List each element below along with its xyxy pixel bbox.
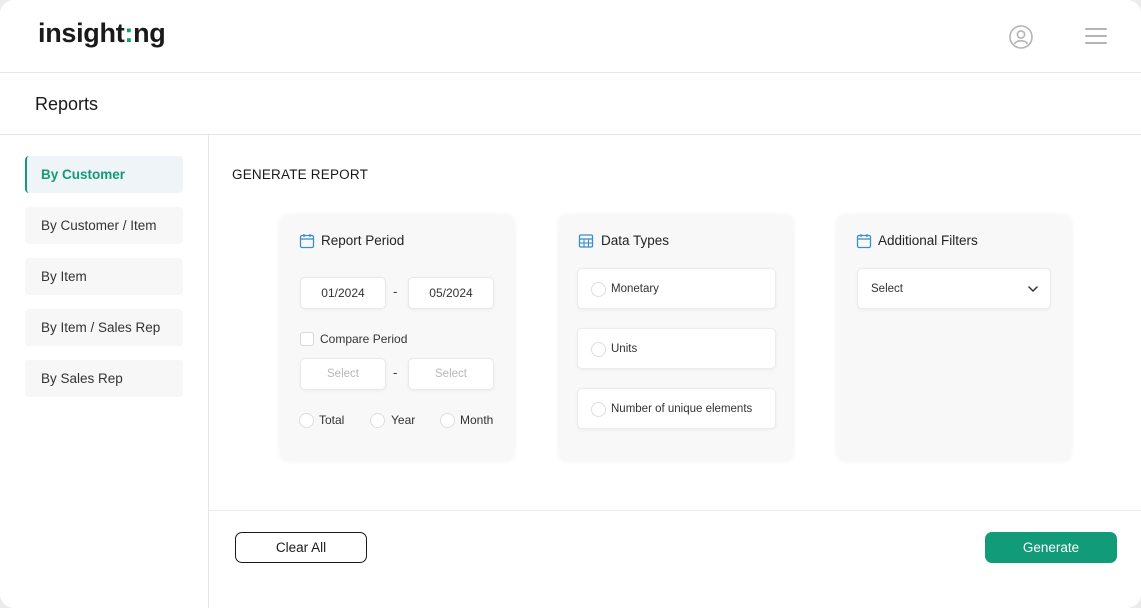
radio-month-label: Month [460, 413, 494, 427]
data-type-option-unique-elements[interactable]: Number of unique elements [577, 388, 776, 429]
radio-total-label: Total [319, 413, 345, 427]
hamburger-menu-icon[interactable] [1085, 27, 1107, 45]
radio-month[interactable] [440, 413, 455, 428]
additional-filters-card: Additional Filters Select [837, 215, 1071, 461]
report-period-title: Report Period [321, 233, 405, 248]
additional-filters-select[interactable]: Select [857, 268, 1051, 309]
clear-all-button[interactable]: Clear All [235, 532, 367, 563]
chevron-down-icon [1028, 286, 1038, 292]
radio-unique-elements[interactable] [591, 402, 606, 417]
compare-period-label: Compare Period [320, 332, 408, 346]
sidebar-item-by-item-sales-rep[interactable]: By Item / Sales Rep [25, 309, 183, 346]
calendar-icon [299, 234, 315, 249]
compare-end-field[interactable]: Select [408, 358, 494, 390]
data-type-option-units[interactable]: Units [577, 328, 776, 369]
sidebar-item-by-customer-item[interactable]: By Customer / Item [25, 207, 183, 244]
data-types-card: Data Types Monetary Units Number of uniq… [559, 215, 793, 461]
additional-filters-title: Additional Filters [878, 233, 978, 248]
sidebar-item-by-sales-rep[interactable]: By Sales Rep [25, 360, 183, 397]
option-label: Number of unique elements [611, 403, 753, 415]
section-title: GENERATE REPORT [232, 167, 369, 182]
compare-period-checkbox[interactable] [300, 332, 314, 346]
user-icon[interactable] [1009, 25, 1033, 49]
radio-year-label: Year [391, 413, 416, 427]
radio-total[interactable] [299, 413, 314, 428]
period-separator: - [393, 284, 398, 299]
option-label: Units [611, 343, 638, 355]
footer-divider [209, 510, 1141, 511]
page-header: Reports [0, 73, 1141, 135]
sidebar-item-by-item[interactable]: By Item [25, 258, 183, 295]
period-end-field[interactable]: 05/2024 [408, 277, 494, 309]
table-icon [578, 234, 594, 248]
page-title: Reports [35, 94, 99, 114]
period-start-field[interactable]: 01/2024 [300, 277, 386, 309]
option-label: Monetary [611, 283, 659, 295]
radio-monetary[interactable] [591, 282, 606, 297]
generate-button[interactable]: Generate [985, 532, 1117, 563]
data-type-option-monetary[interactable]: Monetary [577, 268, 776, 309]
top-bar: insight:ng [0, 0, 1141, 73]
compare-start-field[interactable]: Select [300, 358, 386, 390]
compare-separator: - [393, 365, 398, 380]
logo: insight:ng [38, 18, 166, 48]
report-period-card: Report Period 01/2024 - 05/2024 Compare … [280, 215, 514, 461]
calendar-icon [856, 234, 872, 249]
data-types-title: Data Types [601, 233, 670, 248]
radio-year[interactable] [370, 413, 385, 428]
app-window: insight:ng Reports By Customer By Custom… [0, 0, 1141, 608]
select-value: Select [871, 283, 903, 295]
sidebar-item-by-customer[interactable]: By Customer [25, 156, 183, 193]
radio-units[interactable] [591, 342, 606, 357]
